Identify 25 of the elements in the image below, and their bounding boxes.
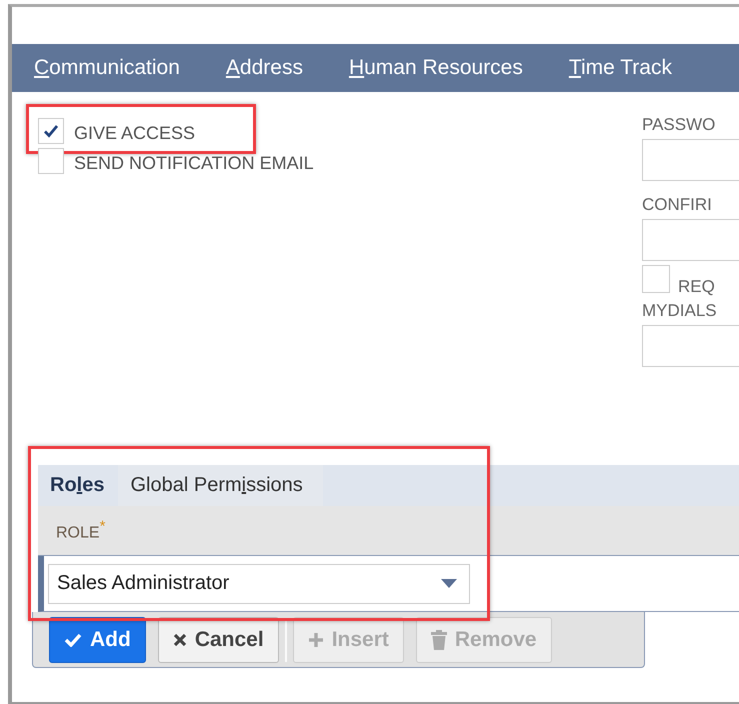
checkbox[interactable] xyxy=(38,118,64,144)
field-label: CONFIRI xyxy=(642,195,713,215)
input-field[interactable] xyxy=(642,139,739,181)
close-icon xyxy=(172,632,187,646)
field-label: PASSWO xyxy=(642,115,716,135)
checkbox-label: SEND NOTIFICATION EMAIL xyxy=(74,153,314,174)
checkbox[interactable] xyxy=(38,148,64,174)
input-field[interactable] xyxy=(642,325,739,367)
plus-icon xyxy=(308,632,324,648)
checkmark-icon xyxy=(43,123,59,139)
input-field[interactable] xyxy=(642,219,739,261)
checkbox[interactable] xyxy=(642,265,670,293)
checkbox-label: REQ xyxy=(678,277,715,297)
field-label: MYDIALS xyxy=(642,301,718,321)
checkmark-icon xyxy=(64,632,82,646)
caret-icon xyxy=(441,579,457,588)
nav-tab[interactable]: Communication xyxy=(34,56,180,80)
role-dropdown[interactable]: Sales Administrator xyxy=(48,564,470,604)
nav-tab[interactable]: Address xyxy=(226,56,303,80)
subtab[interactable]: Global Permissions xyxy=(118,465,323,506)
nav-tab[interactable]: Human Resources xyxy=(348,56,523,80)
checkbox-label: GIVE ACCESS xyxy=(74,123,196,144)
subtab[interactable]: Roles xyxy=(38,465,118,506)
nav-tab[interactable]: Time Track xyxy=(568,56,672,80)
trash-icon xyxy=(430,630,447,650)
